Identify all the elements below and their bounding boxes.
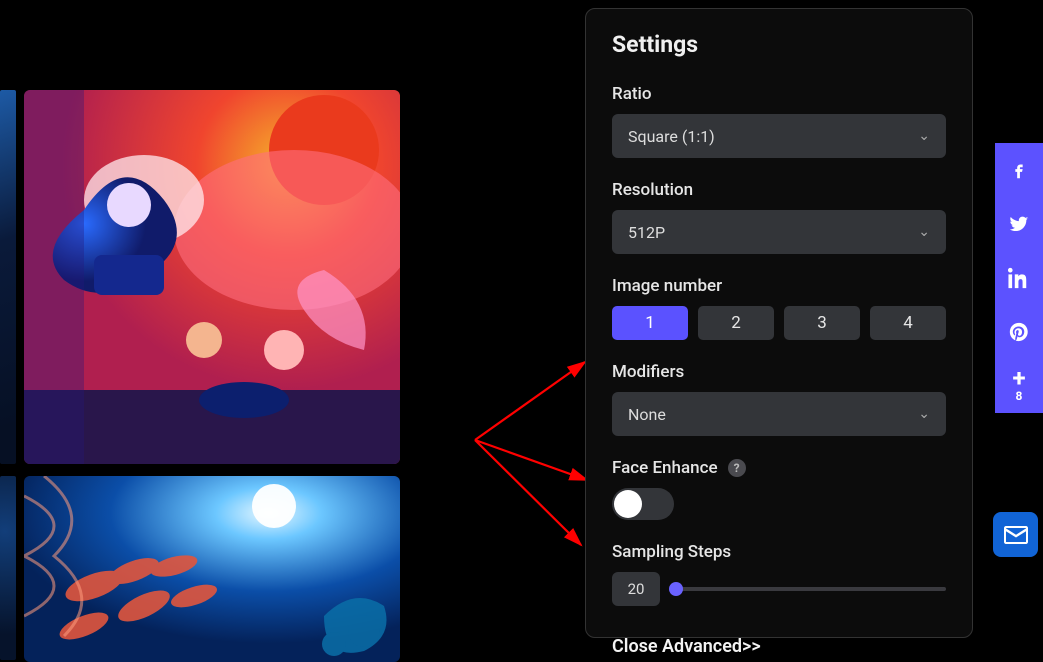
image-gallery <box>0 0 420 662</box>
toggle-knob <box>614 490 642 518</box>
resolution-select[interactable]: 512P ⌄ <box>612 210 946 254</box>
share-facebook[interactable] <box>995 143 1043 197</box>
face-enhance-toggle[interactable] <box>612 488 674 520</box>
chevron-down-icon: ⌄ <box>918 406 930 422</box>
settings-title: Settings <box>612 31 946 58</box>
linkedin-icon <box>1008 267 1030 289</box>
modifiers-value: None <box>628 405 666 424</box>
image-number-option-2[interactable]: 2 <box>698 306 774 340</box>
gallery-thumb-sliver-2 <box>0 476 16 660</box>
slider-handle[interactable] <box>669 582 683 596</box>
resolution-label: Resolution <box>612 180 946 200</box>
modifiers-label: Modifiers <box>612 362 946 382</box>
modifiers-select[interactable]: None ⌄ <box>612 392 946 436</box>
image-number-option-1[interactable]: 1 <box>612 306 688 340</box>
face-enhance-label: Face Enhance <box>612 458 718 478</box>
facebook-icon <box>1008 159 1030 181</box>
gallery-thumb-sliver-1 <box>0 90 16 464</box>
help-icon[interactable]: ? <box>728 459 746 477</box>
ratio-value: Square (1:1) <box>628 127 715 146</box>
close-advanced-link[interactable]: Close Advanced>> <box>612 636 946 657</box>
social-share-bar: + 8 <box>995 143 1043 413</box>
sampling-steps-value: 20 <box>612 572 660 606</box>
share-twitter[interactable] <box>995 197 1043 251</box>
ratio-label: Ratio <box>612 84 946 104</box>
image-number-option-3[interactable]: 3 <box>784 306 860 340</box>
sampling-steps-label: Sampling Steps <box>612 542 946 562</box>
twitter-icon <box>1008 213 1030 235</box>
sampling-steps-row: 20 <box>612 572 946 606</box>
chevron-down-icon: ⌄ <box>918 224 930 240</box>
share-more[interactable]: + 8 <box>995 359 1043 413</box>
share-count: 8 <box>1016 389 1023 403</box>
pinterest-icon <box>1008 321 1030 343</box>
chevron-down-icon: ⌄ <box>918 128 930 144</box>
share-linkedin[interactable] <box>995 251 1043 305</box>
share-pinterest[interactable] <box>995 305 1043 359</box>
mail-button[interactable] <box>993 512 1038 557</box>
image-number-label: Image number <box>612 276 946 296</box>
ratio-select[interactable]: Square (1:1) ⌄ <box>612 114 946 158</box>
mail-icon <box>1004 526 1028 544</box>
settings-panel: Settings Ratio Square (1:1) ⌄ Resolution… <box>585 8 973 638</box>
gallery-image-1[interactable] <box>24 90 400 464</box>
resolution-value: 512P <box>628 223 665 242</box>
sampling-steps-slider[interactable] <box>676 587 946 591</box>
gallery-image-2[interactable] <box>24 476 400 662</box>
image-number-option-4[interactable]: 4 <box>870 306 946 340</box>
plus-icon: + <box>1012 369 1025 387</box>
image-number-group: 1 2 3 4 <box>612 306 946 340</box>
